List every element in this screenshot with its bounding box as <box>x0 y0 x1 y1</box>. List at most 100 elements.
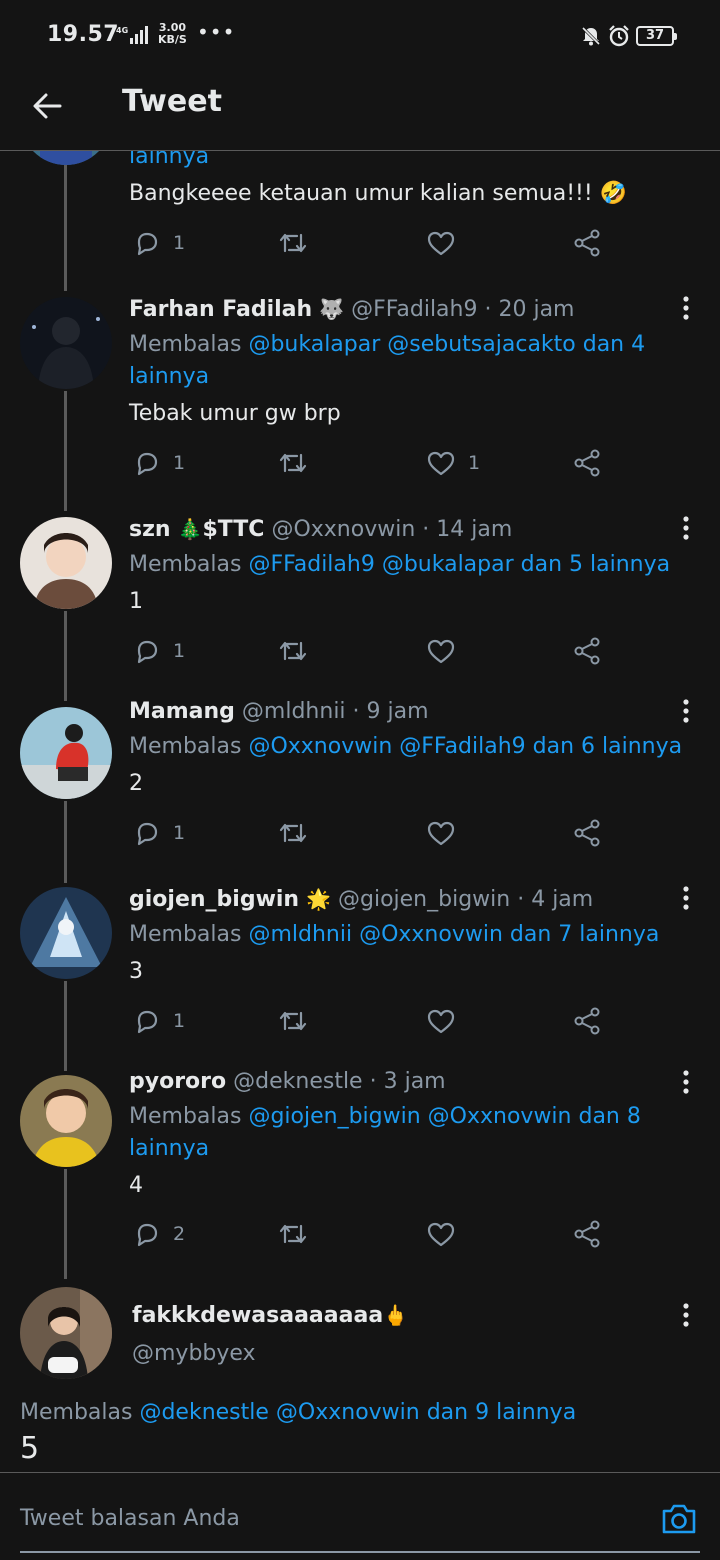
user-handle[interactable]: @Oxxnovwin <box>271 517 415 542</box>
like-button[interactable] <box>426 1006 468 1036</box>
tweet-time: · 9 jam <box>352 699 429 724</box>
reply-button[interactable]: 1 <box>133 448 185 478</box>
mute-bell-icon <box>581 26 601 46</box>
display-name[interactable]: fakkkdewasaaaaaaa <box>132 1303 383 1328</box>
display-name[interactable]: giojen_bigwin <box>129 887 299 912</box>
name-emoji: 🖕 <box>383 1303 409 1327</box>
reply-button[interactable]: 1 <box>133 228 185 258</box>
name-emoji: 🌟 <box>306 887 331 911</box>
more-icon[interactable] <box>676 696 696 726</box>
user-handle[interactable]: @mldhnii <box>242 699 346 724</box>
retweet-button[interactable] <box>277 228 309 258</box>
reply-context: Membalas @Oxxnovwin @FFadilah9 dan 6 lai… <box>129 734 683 759</box>
more-icon[interactable] <box>676 513 696 543</box>
tweet-text: Tebak umur gw brp <box>129 401 341 426</box>
thread-connector <box>64 391 67 511</box>
retweet-button[interactable] <box>277 818 309 848</box>
like-count: 1 <box>468 452 481 474</box>
avatar[interactable] <box>20 517 112 609</box>
user-handle[interactable]: @giojen_bigwin <box>338 887 510 912</box>
svg-text:4G: 4G <box>116 26 128 35</box>
mention-link[interactable]: @mldhnii @Oxxnovwin dan 7 lainnya <box>248 922 659 947</box>
tweet-actions: 1 <box>129 1006 609 1036</box>
like-icon <box>427 1009 455 1034</box>
more-notifications-icon: ••• <box>197 20 236 44</box>
mention-link[interactable]: lainnya <box>129 151 209 169</box>
tweet-actions: 2 <box>129 1219 609 1249</box>
like-button[interactable] <box>426 818 468 848</box>
reply-icon <box>137 1223 158 1247</box>
mention-link[interactable]: @deknestle @Oxxnovwin dan 9 lainnya <box>139 1400 576 1425</box>
like-button[interactable]: 1 <box>426 448 480 478</box>
retweet-button[interactable] <box>277 448 309 478</box>
display-name[interactable]: Mamang <box>129 699 235 724</box>
tweet-actions: 1 1 <box>129 448 609 478</box>
share-button[interactable] <box>573 636 603 666</box>
share-icon <box>574 637 600 665</box>
share-button[interactable] <box>573 1219 603 1249</box>
like-icon <box>427 451 455 476</box>
camera-icon[interactable] <box>660 1501 698 1537</box>
retweet-icon <box>279 453 307 473</box>
display-name[interactable]: pyororo <box>129 1069 226 1094</box>
more-icon[interactable] <box>676 1067 696 1097</box>
status-time: 19.57 <box>47 22 120 47</box>
avatar[interactable] <box>20 151 112 165</box>
reply-input[interactable]: Tweet balasan Anda <box>20 1506 240 1531</box>
reply-context: lainnya <box>129 151 689 173</box>
share-icon <box>574 449 600 477</box>
reply-icon <box>137 640 158 664</box>
share-icon <box>574 229 600 257</box>
reply-icon <box>137 452 158 476</box>
display-name[interactable]: szn <box>129 517 171 542</box>
mention-link[interactable]: @Oxxnovwin @FFadilah9 dan 6 lainnya <box>248 734 682 759</box>
tweet-time: · 20 jam <box>484 297 575 322</box>
reply-button[interactable]: 1 <box>133 636 185 666</box>
share-button[interactable] <box>573 228 603 258</box>
avatar[interactable] <box>20 707 112 799</box>
retweet-icon <box>279 823 307 843</box>
reply-button[interactable]: 1 <box>133 1006 185 1036</box>
share-button[interactable] <box>573 448 603 478</box>
tweet-text: Bangkeeee ketauan umur kalian semua!!! 🤣 <box>129 181 628 206</box>
user-handle[interactable]: @deknestle <box>233 1069 362 1094</box>
reply-icon <box>137 822 158 846</box>
retweet-icon <box>279 1224 307 1244</box>
avatar[interactable] <box>20 1075 112 1167</box>
user-handle[interactable]: @FFadilah9 <box>351 297 477 322</box>
like-button[interactable] <box>426 636 468 666</box>
tweet-actions: 1 <box>129 818 609 848</box>
mention-link[interactable]: @FFadilah9 @bukalapar dan 5 lainnya <box>248 552 670 577</box>
tweet-actions: 1 <box>129 636 609 666</box>
user-handle[interactable]: @mybbyex <box>132 1341 256 1366</box>
share-button[interactable] <box>573 1006 603 1036</box>
tweet-text: 5 <box>20 1431 40 1466</box>
thread-connector <box>64 981 67 1071</box>
like-button[interactable] <box>426 228 468 258</box>
more-icon[interactable] <box>676 883 696 913</box>
share-button[interactable] <box>573 818 603 848</box>
back-arrow-icon[interactable] <box>28 86 68 126</box>
retweet-button[interactable] <box>277 1219 309 1249</box>
retweet-button[interactable] <box>277 636 309 666</box>
reply-context: Membalas @deknestle @Oxxnovwin dan 9 lai… <box>20 1400 577 1425</box>
like-icon <box>427 639 455 664</box>
tweet-time: · 14 jam <box>422 517 513 542</box>
retweet-button[interactable] <box>277 1006 309 1036</box>
tweet-header: Mamang @mldhnii · 9 jam <box>129 699 429 724</box>
thread-connector <box>64 611 67 701</box>
more-icon[interactable] <box>676 1300 696 1330</box>
share-icon <box>574 1007 600 1035</box>
tweet-thread: lainnya Bangkeeee ketauan umur kalian se… <box>0 151 720 1471</box>
avatar[interactable] <box>20 1287 112 1379</box>
more-icon[interactable] <box>676 293 696 323</box>
display-name[interactable]: Farhan Fadilah <box>129 297 312 322</box>
reply-button[interactable]: 2 <box>133 1219 185 1249</box>
display-name-suffix[interactable]: $TTC <box>202 517 264 542</box>
page-title: Tweet <box>122 84 222 119</box>
avatar[interactable] <box>20 297 112 389</box>
avatar[interactable] <box>20 887 112 979</box>
tweet-header: fakkkdewasaaaaaaa🖕 <box>132 1303 408 1328</box>
like-button[interactable] <box>426 1219 468 1249</box>
reply-button[interactable]: 1 <box>133 818 185 848</box>
